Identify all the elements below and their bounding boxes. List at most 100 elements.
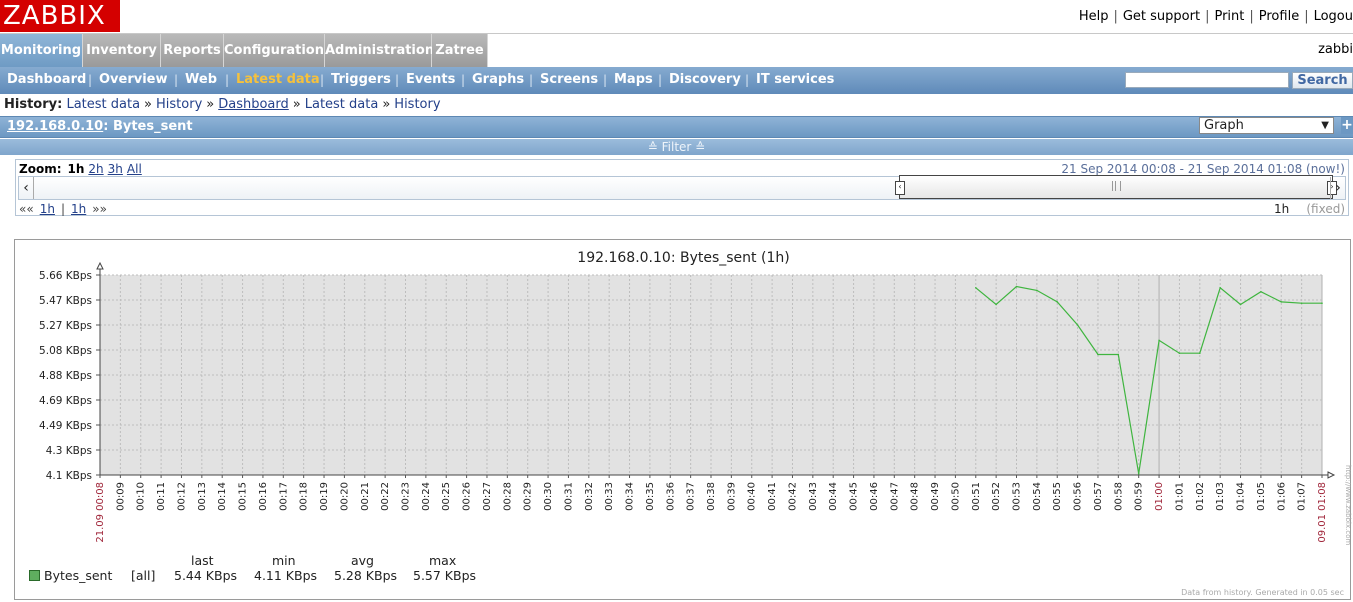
x-tick-label: 00:25: [441, 482, 452, 511]
data-point: [1280, 301, 1283, 303]
legend-func: [all]: [131, 568, 156, 583]
data-point: [1036, 289, 1038, 292]
submenu-separator: |: [461, 73, 466, 87]
host-link[interactable]: 192.168.0.10: [7, 119, 103, 134]
x-tick-label: 00:38: [706, 482, 717, 511]
submenu-separator: |: [603, 73, 608, 87]
scroll-left-icon[interactable]: ‹: [19, 177, 34, 199]
x-tick-label: 00:51: [971, 482, 982, 511]
item-name: : Bytes_sent: [103, 119, 193, 134]
page-title-bar: 192.168.0.10: Bytes_sent: [0, 116, 1353, 138]
search-button[interactable]: Search: [1292, 72, 1353, 89]
breadcrumb-item: History: [156, 97, 203, 112]
legend-series-name: Bytes_sent: [44, 568, 113, 583]
zabbix-logo[interactable]: ZABBIX: [0, 0, 120, 32]
y-tick-label: 4.49 KBps: [39, 420, 92, 432]
breadcrumb-item: Latest data: [66, 97, 141, 112]
x-tick-label: 01:05: [1256, 482, 1267, 511]
data-point: [1219, 287, 1221, 289]
timeline-panel: Zoom: 1h 2h 3h All 21 Sep 2014 00:08 - 21 Se…: [15, 159, 1349, 216]
link-separator: |: [1205, 9, 1210, 24]
view-type-select[interactable]: Graph ▼: [1199, 117, 1334, 134]
x-tick-label: 00:29: [523, 482, 534, 511]
x-tick-label: 00:34: [625, 482, 636, 511]
zoom-option-2h[interactable]: 2h: [88, 162, 103, 176]
nav-separator: |: [60, 202, 65, 216]
legend-header-max: max: [429, 553, 457, 568]
submenu-graphs[interactable]: Graphs: [472, 67, 524, 94]
submenu-discovery[interactable]: Discovery: [669, 67, 741, 94]
x-tick-label: 00:56: [1073, 482, 1084, 511]
data-point: [975, 287, 977, 289]
plus-icon[interactable]: +: [1341, 117, 1353, 134]
nav-forward-icon[interactable]: »»: [92, 202, 107, 216]
x-tick-label: 00:52: [991, 482, 1002, 511]
data-point: [1076, 324, 1079, 326]
menu-zatree[interactable]: Zatree: [432, 34, 488, 67]
thumb-left-handle-icon[interactable]: ‹: [895, 181, 905, 195]
zoom-option-all[interactable]: All: [127, 162, 142, 176]
submenu-triggers[interactable]: Triggers: [331, 67, 391, 94]
x-tick-label: 00:28: [502, 482, 513, 511]
menu-inventory[interactable]: Inventory: [83, 34, 161, 67]
timeline-scrollbar[interactable]: ‹ ‹ › ›: [18, 175, 1346, 200]
menu-monitoring[interactable]: Monitoring: [0, 34, 83, 67]
submenu-web[interactable]: Web: [185, 67, 217, 94]
x-tick-label: 00:23: [401, 482, 412, 511]
submenu-it-services[interactable]: IT services: [756, 67, 834, 94]
x-tick-label: 00:30: [543, 482, 554, 511]
menu-administration[interactable]: Administration: [325, 34, 434, 67]
print-link[interactable]: Print: [1214, 9, 1244, 24]
x-tick-label: 00:36: [665, 482, 676, 511]
x-tick-label: 00:37: [686, 482, 697, 511]
fixed-toggle[interactable]: (fixed): [1306, 202, 1345, 216]
x-tick-label: 00:44: [828, 482, 839, 511]
nav-forward-step[interactable]: 1h: [71, 202, 86, 216]
page-title: 192.168.0.10: Bytes_sent: [7, 119, 193, 134]
submenu-separator: |: [745, 73, 750, 87]
scroll-right-icon[interactable]: ›: [1330, 177, 1345, 199]
data-point: [1321, 302, 1323, 304]
x-tick-label: 00:18: [299, 482, 310, 511]
x-tick-label: 00:53: [1012, 482, 1023, 511]
chevron-down-icon: ▼: [1321, 120, 1329, 131]
x-tick-label: 09.01 01:08: [1317, 482, 1328, 543]
get-support-link[interactable]: Get support: [1123, 9, 1200, 24]
logout-link[interactable]: Logou: [1314, 9, 1353, 24]
legend-avg: 5.28 KBps: [334, 568, 398, 583]
breadcrumb-separator: »: [292, 97, 301, 112]
y-tick-label: 5.66 KBps: [39, 270, 92, 282]
grip-icon: [1112, 181, 1121, 191]
line-chart: 5.66 KBps 5.47 KBps 5.27 KBps 5.08 KBps 4.88…: [39, 261, 1336, 543]
zoom-label: Zoom:: [19, 162, 62, 176]
submenu-latest-data[interactable]: Latest data: [236, 67, 320, 94]
submenu-overview[interactable]: Overview: [99, 67, 168, 94]
zoom-option-3h[interactable]: 3h: [108, 162, 123, 176]
link-separator: |: [1249, 9, 1254, 24]
help-link[interactable]: Help: [1079, 9, 1109, 24]
x-tick-label: 00:09: [115, 482, 126, 511]
x-tick-label: 00:31: [563, 482, 574, 511]
menu-configuration[interactable]: Configuration: [224, 34, 325, 67]
x-tick-label: 00:41: [767, 482, 778, 511]
top-links: Help | Get support | Print | Profile | Logou: [1079, 9, 1353, 24]
menu-reports[interactable]: Reports: [161, 34, 224, 67]
submenu-dashboard[interactable]: Dashboard: [7, 67, 86, 94]
submenu-maps[interactable]: Maps: [614, 67, 653, 94]
nav-back-step[interactable]: 1h: [40, 202, 55, 216]
filter-toggle[interactable]: ≙ Filter ≙: [0, 139, 1353, 155]
submenu-separator: |: [174, 73, 179, 87]
submenu-events[interactable]: Events: [406, 67, 455, 94]
profile-link[interactable]: Profile: [1259, 9, 1299, 24]
x-tick-label: 00:15: [238, 482, 249, 511]
view-type-value: Graph: [1204, 118, 1244, 133]
data-point: [1300, 302, 1303, 304]
breadcrumb-label: History:: [4, 97, 63, 112]
y-tick-label: 4.88 KBps: [39, 370, 92, 382]
breadcrumb-dashboard-link[interactable]: Dashboard: [218, 97, 289, 112]
search-input[interactable]: [1125, 72, 1289, 88]
nav-back-icon[interactable]: ««: [19, 202, 34, 216]
x-tick-label: 01:03: [1215, 482, 1226, 511]
submenu-screens[interactable]: Screens: [540, 67, 598, 94]
timeline-scroll-thumb[interactable]: ‹ ›: [895, 175, 1337, 199]
